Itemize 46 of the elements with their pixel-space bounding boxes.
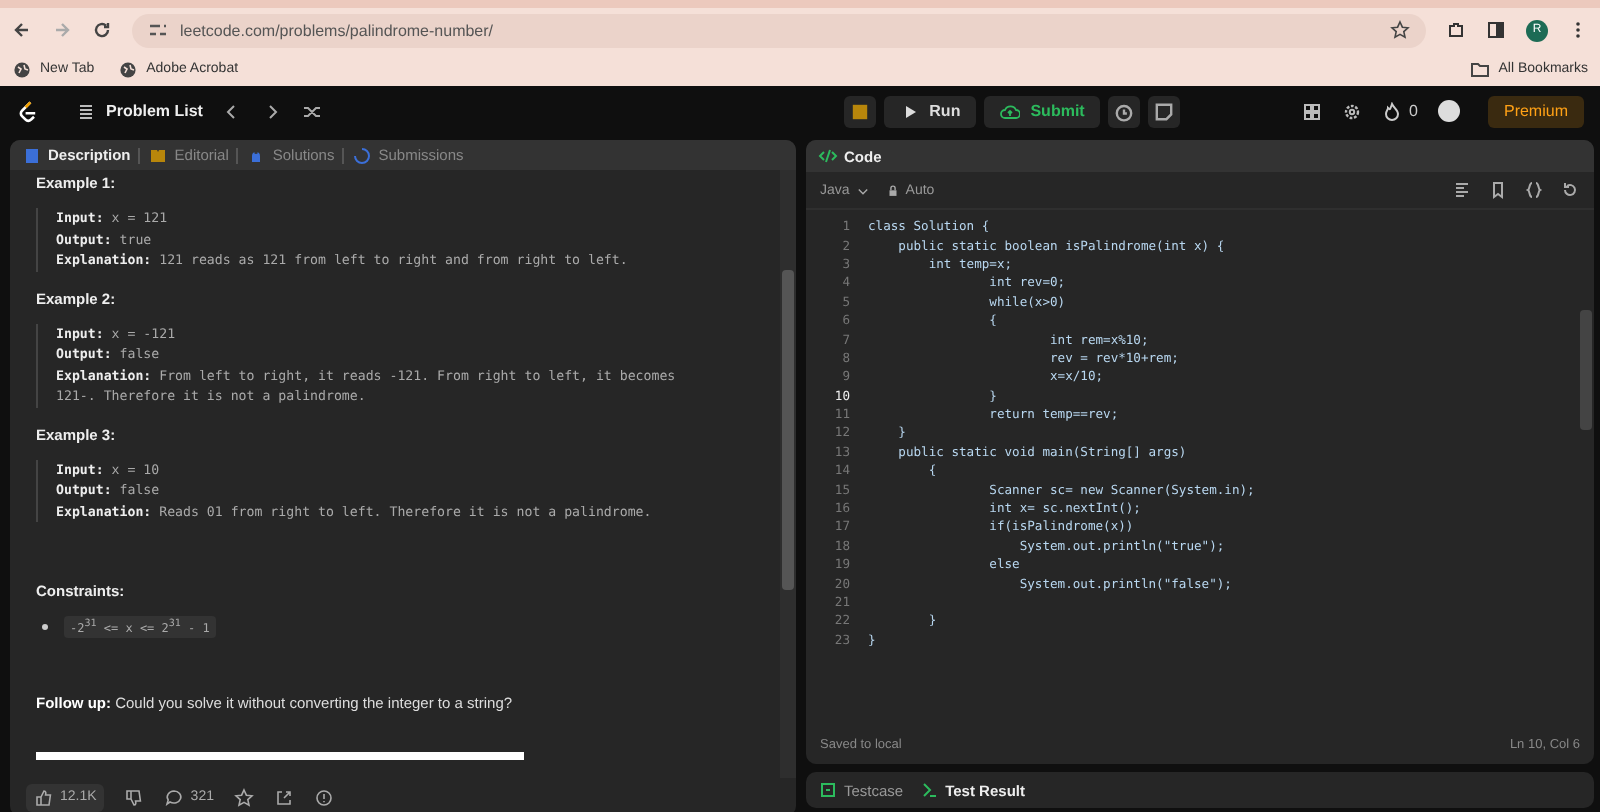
chevron-down-icon (855, 183, 870, 197)
layout-icon[interactable] (1301, 101, 1322, 121)
url-text: leetcode.com/problems/palindrome-number/ (180, 21, 496, 39)
list-icon (76, 101, 96, 121)
book-icon (148, 145, 169, 165)
folder-icon (1470, 59, 1491, 79)
globe-icon (12, 59, 32, 79)
braces-icon[interactable] (1524, 180, 1544, 200)
thumbs-down-icon[interactable] (124, 787, 145, 807)
extensions-icon[interactable] (1446, 20, 1466, 40)
checkbox-icon (818, 780, 838, 800)
problem-list-link[interactable]: Problem List (76, 101, 203, 121)
bookmark-icon[interactable] (1488, 180, 1508, 200)
submit-button[interactable]: Submit (984, 95, 1101, 127)
history-icon (352, 145, 373, 165)
help-icon[interactable] (313, 787, 334, 807)
run-button[interactable]: Run (883, 95, 977, 127)
star-icon[interactable] (1390, 20, 1410, 40)
note-icon[interactable] (1148, 95, 1181, 127)
user-avatar[interactable] (1437, 100, 1460, 122)
speech-bubble-icon (164, 787, 185, 807)
lock-icon (885, 183, 900, 197)
site-settings-icon[interactable] (148, 20, 168, 40)
document-icon (22, 145, 42, 165)
premium-button[interactable]: Premium (1487, 95, 1584, 127)
terminal-icon (919, 780, 940, 800)
logo-icon[interactable] (16, 99, 40, 123)
back-icon[interactable] (12, 20, 32, 40)
alarm-clock-icon[interactable] (1108, 95, 1141, 127)
flame-icon (1381, 101, 1402, 121)
globe-icon (118, 59, 139, 79)
reset-icon[interactable] (1560, 180, 1580, 200)
reload-icon[interactable] (92, 20, 112, 40)
address-bar[interactable]: leetcode.com/problems/palindrome-number/ (132, 13, 1426, 47)
settings-icon[interactable] (1341, 101, 1362, 121)
cloud-upload-icon (1000, 101, 1021, 121)
thumbs-up-icon (34, 787, 54, 807)
code-icon (818, 146, 838, 166)
scrollbar[interactable] (780, 170, 796, 778)
streak-counter[interactable]: 0 (1381, 101, 1418, 121)
side-panel-icon[interactable] (1486, 20, 1506, 40)
shuffle-icon[interactable] (302, 101, 323, 121)
bullet-icon (42, 624, 48, 630)
star-icon[interactable] (233, 787, 254, 807)
share-icon[interactable] (273, 787, 294, 807)
format-icon[interactable] (1452, 180, 1472, 200)
